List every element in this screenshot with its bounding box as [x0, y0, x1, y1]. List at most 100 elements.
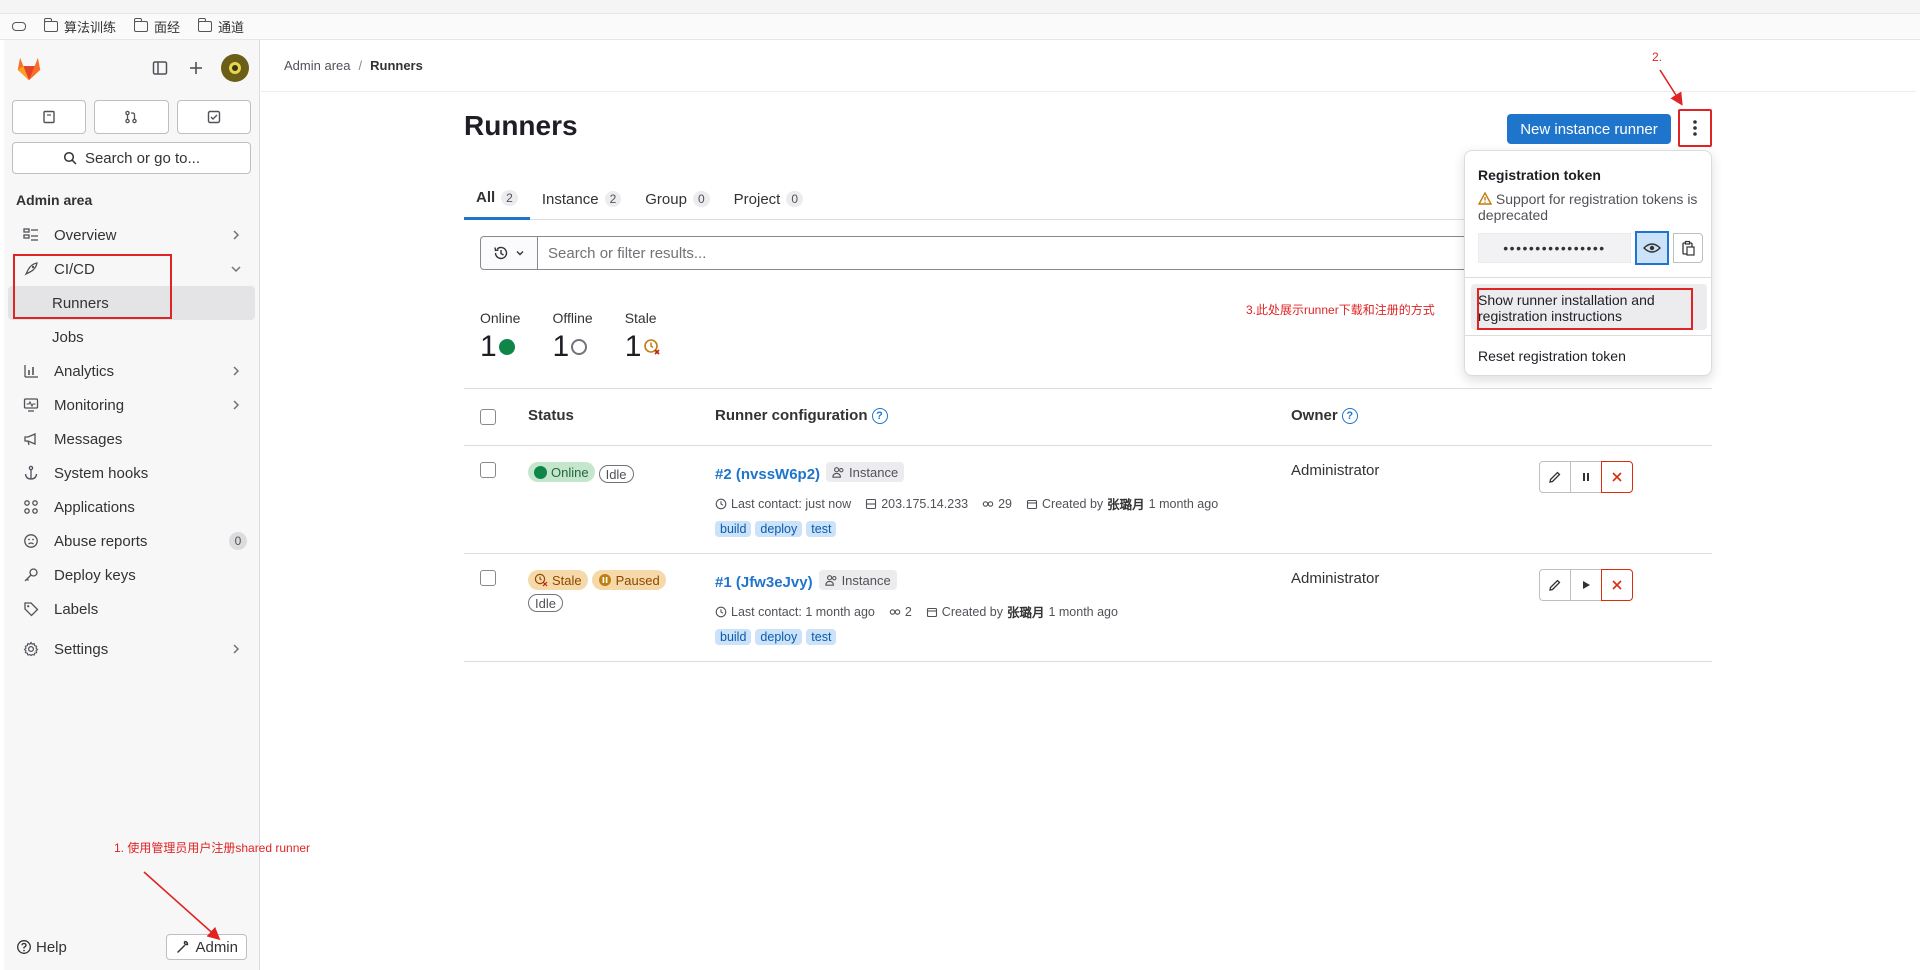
tab-count: 2 — [604, 191, 622, 207]
chevron-right-icon — [233, 644, 240, 654]
bookmark-folder-2[interactable]: 面经 — [133, 17, 180, 36]
pipeline-icon — [982, 500, 994, 507]
row-checkbox[interactable] — [480, 462, 496, 478]
sidebar-item-applications[interactable]: Applications — [8, 490, 255, 524]
table-row: Online Idle #2 (nvssW6p2) Instance Last co… — [464, 446, 1712, 554]
annotation-step-2: 2. — [1652, 50, 1663, 64]
user-avatar[interactable] — [221, 54, 249, 82]
sidebar-item-abuse-reports[interactable]: Abuse reports 0 — [8, 524, 255, 558]
bookmark-reading-list[interactable] — [12, 22, 26, 31]
admin-button[interactable]: Admin — [166, 934, 247, 960]
runner-owner: Administrator — [1291, 570, 1380, 587]
tab-group[interactable]: Group 0 — [633, 178, 721, 220]
pause-runner-button[interactable] — [1570, 461, 1602, 493]
row-checkbox[interactable] — [480, 570, 496, 586]
search-button[interactable]: Search or go to... — [12, 142, 251, 174]
delete-runner-button[interactable] — [1601, 569, 1633, 601]
folder-icon — [43, 18, 58, 32]
stat-online: Online 1 — [480, 310, 521, 363]
bookmark-folder-3[interactable]: 通道 — [197, 17, 244, 36]
reveal-token-button[interactable] — [1635, 231, 1669, 265]
tab-project[interactable]: Project 0 — [722, 178, 815, 220]
tab-instance[interactable]: Instance 2 — [530, 178, 633, 220]
clipboard-icon — [1682, 240, 1695, 256]
runner-link[interactable]: #1 (Jfw3eJvy) — [715, 574, 813, 591]
tab-all[interactable]: All 2 — [464, 178, 530, 220]
annotation-highlight-box — [1477, 288, 1693, 330]
applications-icon — [22, 498, 40, 516]
more-actions-button[interactable] — [1678, 109, 1712, 147]
status-badge-idle: Idle — [528, 594, 563, 612]
clock-icon — [715, 606, 727, 617]
row-actions — [1539, 569, 1633, 601]
show-runner-instructions-item[interactable]: Show runner installation and registratio… — [1471, 284, 1707, 330]
chevron-right-icon — [233, 230, 240, 240]
creator-link[interactable]: 张璐月 — [1107, 494, 1145, 513]
search-label: Search or go to... — [84, 149, 201, 167]
runner-tags: build deploy test — [715, 629, 1285, 645]
browser-url-strip — [0, 0, 1920, 14]
sidebar-item-jobs[interactable]: Jobs — [8, 320, 255, 354]
creator-link[interactable]: 张璐月 — [1007, 602, 1045, 621]
merge-request-icon — [125, 110, 138, 124]
breadcrumb-admin-area[interactable]: Admin area — [284, 58, 350, 73]
help-question-icon[interactable]: ? — [871, 407, 888, 424]
sidebar-section-title: Admin area — [16, 192, 93, 208]
sidebar-item-settings[interactable]: Settings — [8, 632, 255, 666]
runners-table: Status Runner configuration? Owner? Onli… — [464, 388, 1712, 662]
breadcrumb-current[interactable]: Runners — [370, 58, 423, 73]
issues-icon — [43, 110, 55, 124]
sidebar-item-analytics[interactable]: Analytics — [8, 354, 255, 388]
edit-runner-button[interactable] — [1539, 461, 1571, 493]
plus-icon[interactable] — [185, 57, 207, 79]
warning-icon — [1477, 191, 1493, 205]
table-header: Status Runner configuration? Owner? — [464, 388, 1712, 446]
pipeline-icon — [889, 608, 901, 615]
sidebar-item-label: Deploy keys — [54, 566, 136, 584]
help-question-icon[interactable]: ? — [1341, 407, 1358, 424]
bookmarks-bar: 算法训练 面经 通道 — [0, 14, 1920, 40]
recent-searches-button[interactable] — [480, 236, 538, 270]
table-row: Stale Paused Idle #1 (Jfw3eJvy) Instance L… — [464, 554, 1712, 662]
edit-runner-button[interactable] — [1539, 569, 1571, 601]
runner-link[interactable]: #2 (nvssW6p2) — [715, 466, 820, 483]
stale-status-icon — [534, 573, 548, 587]
copy-token-button[interactable] — [1673, 233, 1703, 263]
issues-button[interactable] — [12, 100, 87, 134]
stat-stale: Stale 1 — [625, 310, 662, 364]
reset-registration-token-item[interactable]: Reset registration token — [1478, 348, 1626, 364]
gitlab-logo-icon[interactable] — [14, 53, 44, 83]
resume-runner-button[interactable] — [1570, 569, 1602, 601]
sidebar-footer: Help Admin — [4, 924, 259, 970]
online-status-icon — [534, 465, 547, 479]
sidebar-item-overview[interactable]: Overview — [8, 218, 255, 252]
sidebar-item-messages[interactable]: Messages — [8, 422, 255, 456]
todo-button[interactable] — [176, 100, 251, 134]
annotation-highlight-box — [13, 254, 172, 319]
breadcrumb-separator: / — [358, 58, 363, 73]
tag-badge: build — [715, 521, 752, 537]
breadcrumb: Admin area / Runners — [261, 40, 1916, 92]
chevron-down-icon — [231, 266, 241, 273]
row-actions — [1539, 461, 1633, 493]
sidebar-item-deploy-keys[interactable]: Deploy keys — [8, 558, 255, 592]
merge-requests-button[interactable] — [94, 100, 169, 134]
bookmark-folder-1[interactable]: 算法训练 — [43, 17, 116, 36]
sidebar-item-label: Labels — [54, 600, 99, 618]
question-icon — [17, 940, 31, 954]
new-instance-runner-button[interactable]: New instance runner — [1507, 114, 1671, 144]
status-badge-idle: Idle — [598, 465, 634, 483]
sidebar-item-labels[interactable]: Labels — [8, 592, 255, 626]
label-icon — [22, 600, 40, 618]
select-all-checkbox[interactable] — [480, 409, 496, 425]
sidebar-toggle-icon[interactable] — [149, 57, 171, 79]
dropdown-title: Registration token — [1478, 167, 1601, 183]
sidebar-item-system-hooks[interactable]: System hooks — [8, 456, 255, 490]
delete-runner-button[interactable] — [1601, 461, 1633, 493]
sidebar-item-monitoring[interactable]: Monitoring — [8, 388, 255, 422]
created-by: Created by 张璐月 1 month ago — [926, 602, 1118, 621]
help-button[interactable]: Help — [16, 939, 67, 956]
pencil-icon — [1549, 471, 1561, 483]
runner-stats: Online 1 Offline 1 Stale 1 — [480, 310, 661, 364]
reading-list-icon — [12, 22, 26, 31]
